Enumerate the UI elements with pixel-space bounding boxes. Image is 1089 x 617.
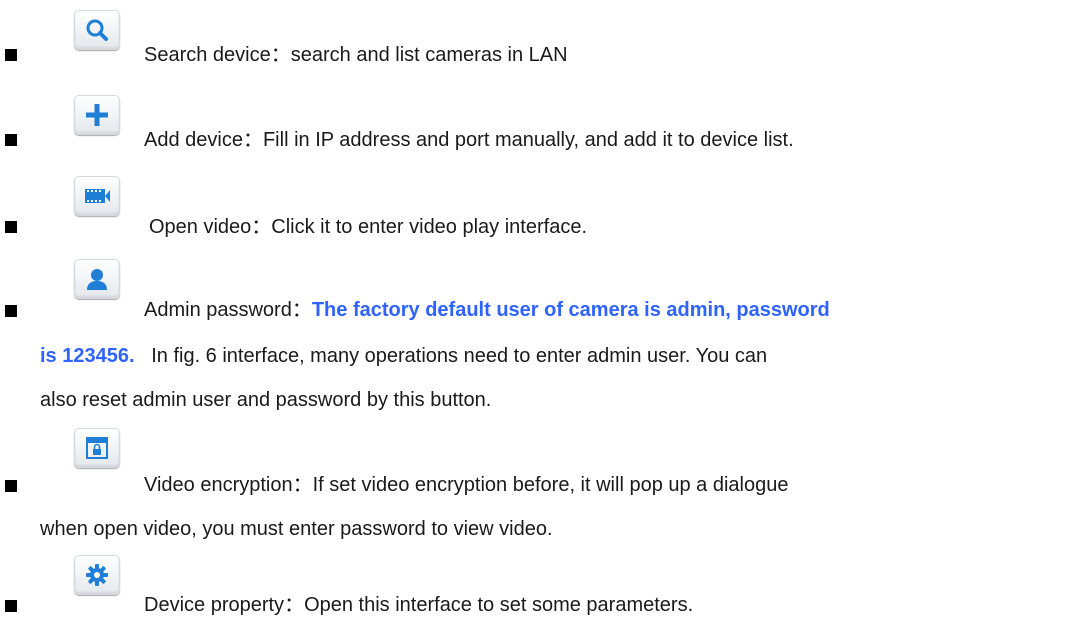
default-credentials-highlight: The factory default user of camera is ad… — [311, 299, 830, 321]
bullet-square — [5, 480, 17, 492]
lock-window-icon — [85, 436, 109, 460]
add-device-button[interactable] — [74, 95, 120, 135]
item-text: Click it to enter video play interface. — [271, 216, 587, 238]
bullet-square — [5, 600, 17, 612]
open-video-button[interactable] — [74, 176, 120, 216]
video-encryption-description-line-2: when open video, you must enter password… — [40, 517, 553, 541]
item-text: when open video, you must enter password… — [40, 518, 553, 540]
video-encryption-description-line-1: Video encryption：If set video encryption… — [144, 474, 789, 496]
gear-icon — [85, 563, 109, 587]
item-label: Add device — [144, 129, 243, 151]
plus-icon — [84, 102, 110, 128]
bullet-square — [5, 49, 17, 61]
bullet-square — [5, 134, 17, 146]
item-label: Admin password — [144, 299, 292, 321]
admin-password-button[interactable] — [74, 259, 120, 299]
item-text: In fig. 6 interface, many operations nee… — [151, 345, 768, 367]
item-text: Fill in IP address and port manually, an… — [262, 129, 794, 151]
admin-password-description-line-2: is 123456. In fig. 6 interface, many ope… — [40, 344, 767, 368]
bullet-square — [5, 221, 17, 233]
open-video-description: Open video：Click it to enter video play … — [149, 216, 587, 238]
item-text: also reset admin user and password by th… — [40, 389, 492, 411]
item-text: If set video encryption before, it will … — [312, 474, 789, 496]
admin-password-description-line-3: also reset admin user and password by th… — [40, 388, 491, 412]
item-label: Open video — [149, 216, 252, 238]
admin-password-description-line-1: Admin password：The factory default user … — [144, 299, 830, 321]
search-device-description: Search device：search and list cameras in… — [144, 44, 568, 66]
default-password-highlight: is 123456. — [40, 345, 135, 367]
device-property-description: Device property：Open this interface to s… — [144, 594, 694, 616]
toolbar-button-list: Search device：search and list cameras in… — [0, 0, 1089, 616]
item-text: search and list cameras in LAN — [290, 44, 568, 66]
search-device-button[interactable] — [74, 10, 120, 50]
device-property-button[interactable] — [74, 555, 120, 595]
item-label: Video encryption — [144, 474, 293, 496]
video-film-icon — [82, 184, 112, 208]
user-icon — [84, 266, 110, 292]
add-device-description: Add device：Fill in IP address and port m… — [144, 129, 794, 151]
item-label: Search device — [144, 44, 271, 66]
bullet-square — [5, 305, 17, 317]
item-text: Open this interface to set some paramete… — [304, 594, 694, 616]
search-icon — [84, 17, 110, 43]
video-encryption-button[interactable] — [74, 428, 120, 468]
item-label: Device property — [144, 594, 285, 616]
